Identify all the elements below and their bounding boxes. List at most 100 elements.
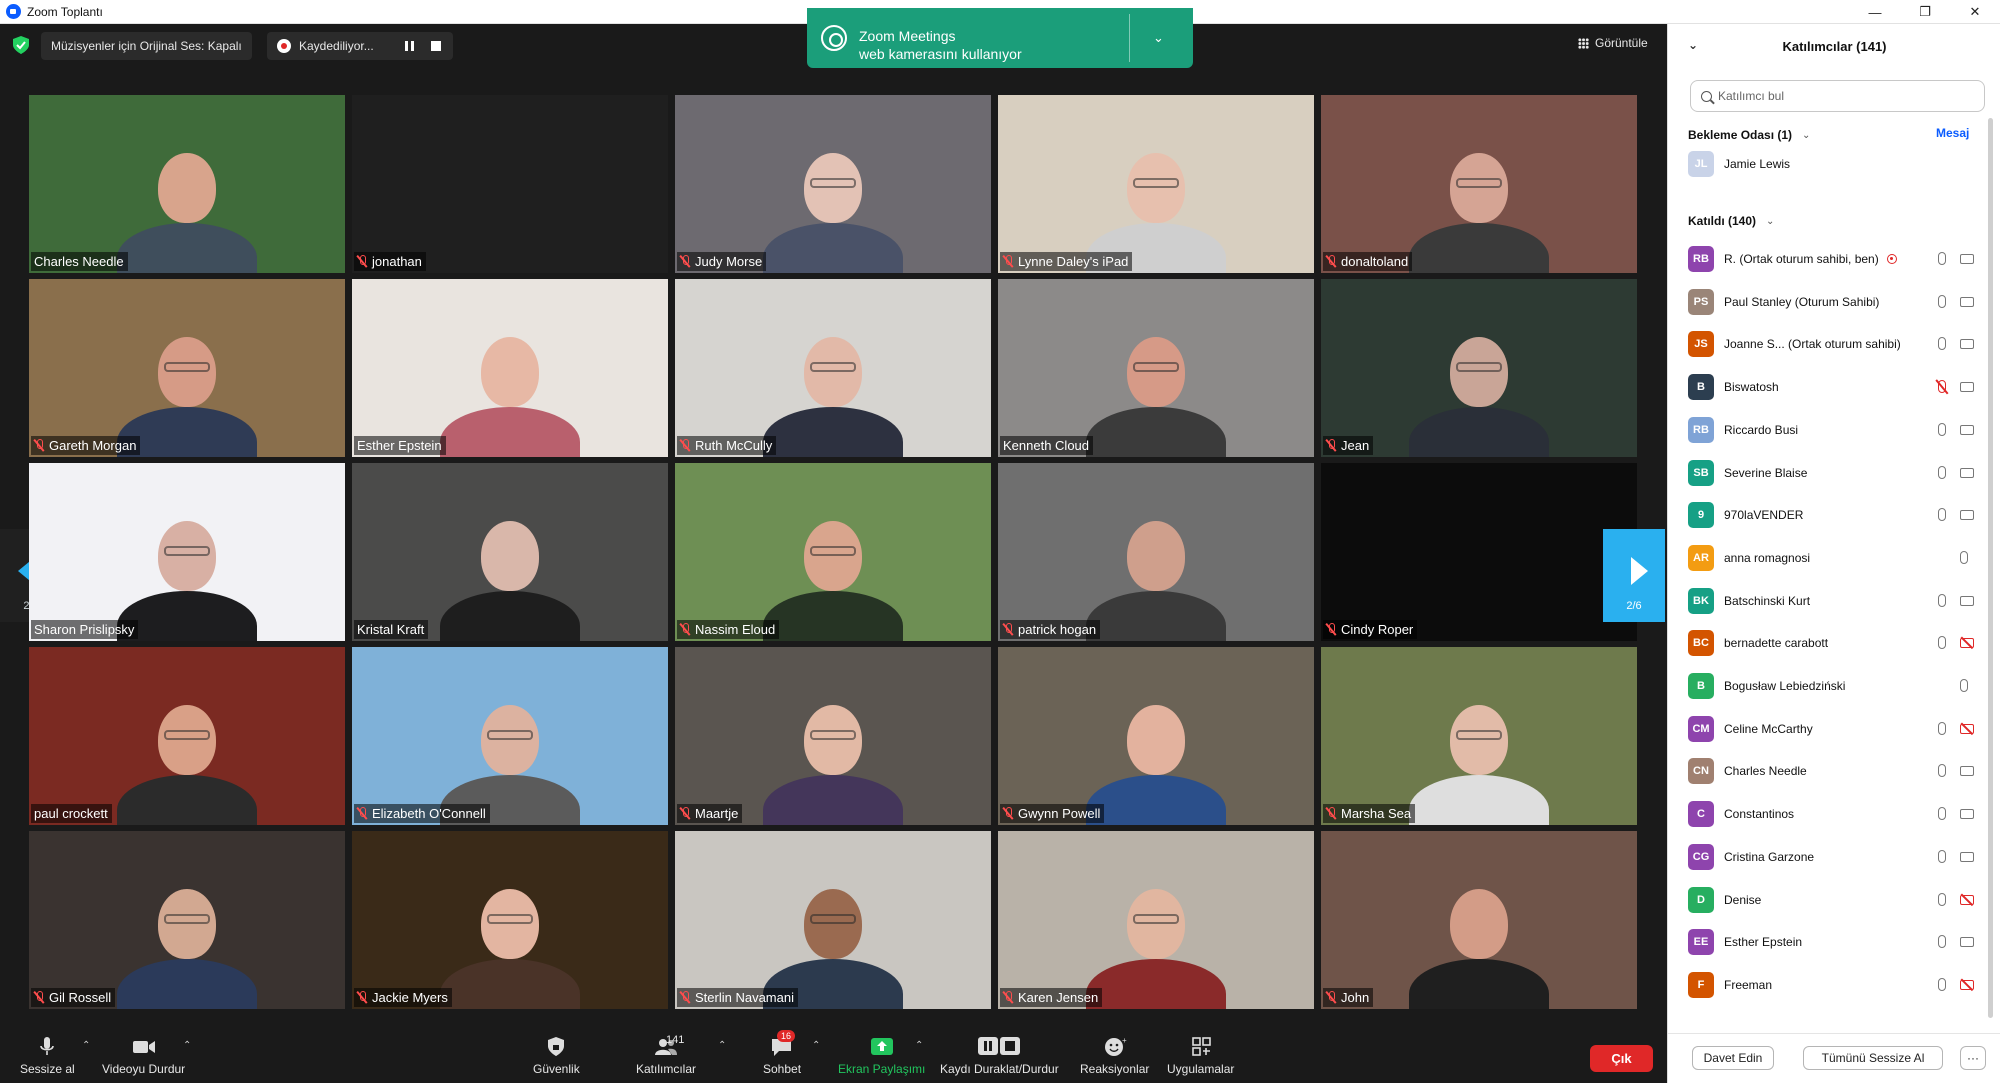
video-camera-icon[interactable] (1960, 595, 1974, 606)
microphone-icon[interactable] (1938, 849, 1946, 863)
participants-scrollbar[interactable] (1988, 118, 1993, 1018)
microphone-icon[interactable] (1938, 636, 1946, 650)
pause-recording-icon[interactable] (405, 41, 415, 51)
microphone-icon[interactable] (1938, 252, 1946, 265)
apps-button[interactable]: Uygulamalar (1167, 1036, 1234, 1076)
next-page-button[interactable]: 2/6 (1603, 529, 1665, 622)
message-waiting-room-link[interactable]: Mesaj (1936, 126, 1969, 140)
microphone-icon[interactable] (1938, 508, 1946, 522)
microphone-icon[interactable] (1938, 807, 1946, 821)
participant-row[interactable]: CG Cristina Garzone (1688, 842, 1978, 872)
microphone-icon[interactable] (1938, 294, 1946, 308)
video-camera-icon[interactable] (1960, 467, 1974, 478)
video-tile[interactable]: Kenneth Cloud (998, 279, 1314, 457)
invite-button[interactable]: Davet Edin (1692, 1046, 1774, 1070)
video-tile[interactable]: Gwynn Powell (998, 647, 1314, 825)
stop-video-button[interactable]: Videoyu Durdur (102, 1036, 185, 1076)
share-options-chevron-icon[interactable]: ⌃ (915, 1040, 923, 1051)
share-screen-button[interactable]: Ekran Paylaşımı (838, 1036, 925, 1076)
video-tile[interactable]: Elizabeth O'Connell (352, 647, 668, 825)
video-tile[interactable]: Esther Epstein (352, 279, 668, 457)
participant-row[interactable]: JL Jamie Lewis (1688, 149, 1978, 179)
video-tile[interactable]: jonathan (352, 95, 668, 273)
chat-button[interactable]: 16 Sohbet (763, 1030, 801, 1076)
reactions-button[interactable]: + Reaksiyonlar (1080, 1036, 1149, 1076)
video-camera-icon[interactable] (1960, 254, 1974, 264)
participant-row[interactable]: BK Batschinski Kurt (1688, 586, 1978, 616)
video-tile[interactable]: Nassim Eloud (675, 463, 991, 641)
leave-button[interactable]: Çık (1590, 1045, 1653, 1072)
participant-row[interactable]: SB Severine Blaise (1688, 458, 1978, 488)
video-tile[interactable]: Karen Jensen (998, 831, 1314, 1009)
video-camera-icon[interactable] (1960, 851, 1974, 862)
video-tile[interactable]: Lynne Daley's iPad (998, 95, 1314, 273)
microphone-icon[interactable] (1938, 721, 1946, 735)
microphone-icon[interactable] (1938, 593, 1946, 607)
microphone-icon[interactable] (1938, 764, 1946, 778)
participants-button[interactable]: 141 Katılımcılar (636, 1034, 696, 1076)
audio-options-chevron-icon[interactable]: ⌃ (82, 1040, 90, 1051)
participant-row[interactable]: D Denise (1688, 885, 1978, 915)
mute-all-button[interactable]: Tümünü Sessize Al (1803, 1046, 1943, 1070)
collapse-panel-chevron-icon[interactable]: ⌄ (1688, 38, 1698, 52)
video-off-icon[interactable] (1960, 638, 1974, 649)
participant-row[interactable]: B Bogusław Lebiedziński (1688, 671, 1978, 701)
video-tile[interactable]: Marsha Sea (1321, 647, 1637, 825)
video-off-icon[interactable] (1960, 894, 1974, 905)
video-tile[interactable]: Sharon Prislipsky (29, 463, 345, 641)
microphone-icon[interactable] (1960, 679, 1968, 692)
video-options-chevron-icon[interactable]: ⌃ (183, 1040, 191, 1051)
minimize-button[interactable]: — (1850, 0, 1900, 24)
video-off-icon[interactable] (1960, 979, 1974, 990)
participant-row[interactable]: JS Joanne S... (Ortak oturum sahibi) (1688, 329, 1978, 359)
participant-row[interactable]: CM Celine McCarthy (1688, 714, 1978, 744)
microphone-icon[interactable] (1938, 935, 1946, 949)
video-off-icon[interactable] (1960, 723, 1974, 734)
view-button[interactable]: Görüntüle (1578, 36, 1648, 50)
original-sound-toggle[interactable]: Müzisyenler için Orijinal Ses: Kapalı (41, 32, 252, 60)
microphone-icon[interactable] (1938, 337, 1946, 351)
video-camera-icon[interactable] (1960, 339, 1974, 350)
participant-row[interactable]: EE Esther Epstein (1688, 927, 1978, 957)
maximize-button[interactable]: ❐ (1900, 0, 1950, 24)
muted-microphone-icon[interactable] (1938, 380, 1946, 394)
video-tile[interactable]: Ruth McCully (675, 279, 991, 457)
video-camera-icon[interactable] (1960, 510, 1974, 521)
video-tile[interactable]: Kristal Kraft (352, 463, 668, 641)
video-tile[interactable]: Sterlin Navamani (675, 831, 991, 1009)
joined-header[interactable]: Katıldı (140) ⌄ (1688, 214, 1774, 228)
participant-row[interactable]: C Constantinos (1688, 799, 1978, 829)
participant-row[interactable]: 9 970laVENDER (1688, 500, 1978, 530)
chat-options-chevron-icon[interactable]: ⌃ (812, 1040, 820, 1051)
participant-row[interactable]: B Biswatosh (1688, 372, 1978, 402)
microphone-icon[interactable] (1938, 465, 1946, 479)
webcam-in-use-notification[interactable]: Zoom Meetings web kamerasını kullanıyor … (807, 8, 1193, 68)
microphone-icon[interactable] (1938, 977, 1946, 991)
participant-row[interactable]: RB R. (Ortak oturum sahibi, ben) (1688, 244, 1978, 274)
participant-search-input[interactable]: Katılımcı bul (1690, 80, 1985, 112)
video-tile[interactable]: paul crockett (29, 647, 345, 825)
video-tile[interactable]: Jackie Myers (352, 831, 668, 1009)
video-tile[interactable]: Maartje (675, 647, 991, 825)
video-tile[interactable]: Judy Morse (675, 95, 991, 273)
chevron-down-icon[interactable]: ⌄ (1153, 30, 1164, 46)
participant-row[interactable]: BC bernadette carabott (1688, 628, 1978, 658)
video-camera-icon[interactable] (1960, 424, 1974, 435)
video-camera-icon[interactable] (1960, 937, 1974, 948)
participant-row[interactable]: PS Paul Stanley (Oturum Sahibi) (1688, 287, 1978, 317)
video-tile[interactable]: John (1321, 831, 1637, 1009)
participant-row[interactable]: F Freeman (1688, 970, 1978, 1000)
participant-row[interactable]: RB Riccardo Busi (1688, 415, 1978, 445)
video-tile[interactable]: patrick hogan (998, 463, 1314, 641)
video-camera-icon[interactable] (1960, 809, 1974, 820)
mute-button[interactable]: Sessize al (20, 1036, 75, 1076)
video-camera-icon[interactable] (1960, 296, 1974, 307)
video-tile[interactable]: Cindy Roper (1321, 463, 1637, 641)
video-tile[interactable]: donaltoland (1321, 95, 1637, 273)
microphone-icon[interactable] (1938, 892, 1946, 906)
video-tile[interactable]: Charles Needle (29, 95, 345, 273)
waiting-room-header[interactable]: Bekleme Odası (1) ⌄ (1688, 128, 1810, 142)
encryption-shield-icon[interactable] (13, 36, 29, 54)
video-tile[interactable]: Gil Rossell (29, 831, 345, 1009)
microphone-icon[interactable] (1938, 422, 1946, 436)
